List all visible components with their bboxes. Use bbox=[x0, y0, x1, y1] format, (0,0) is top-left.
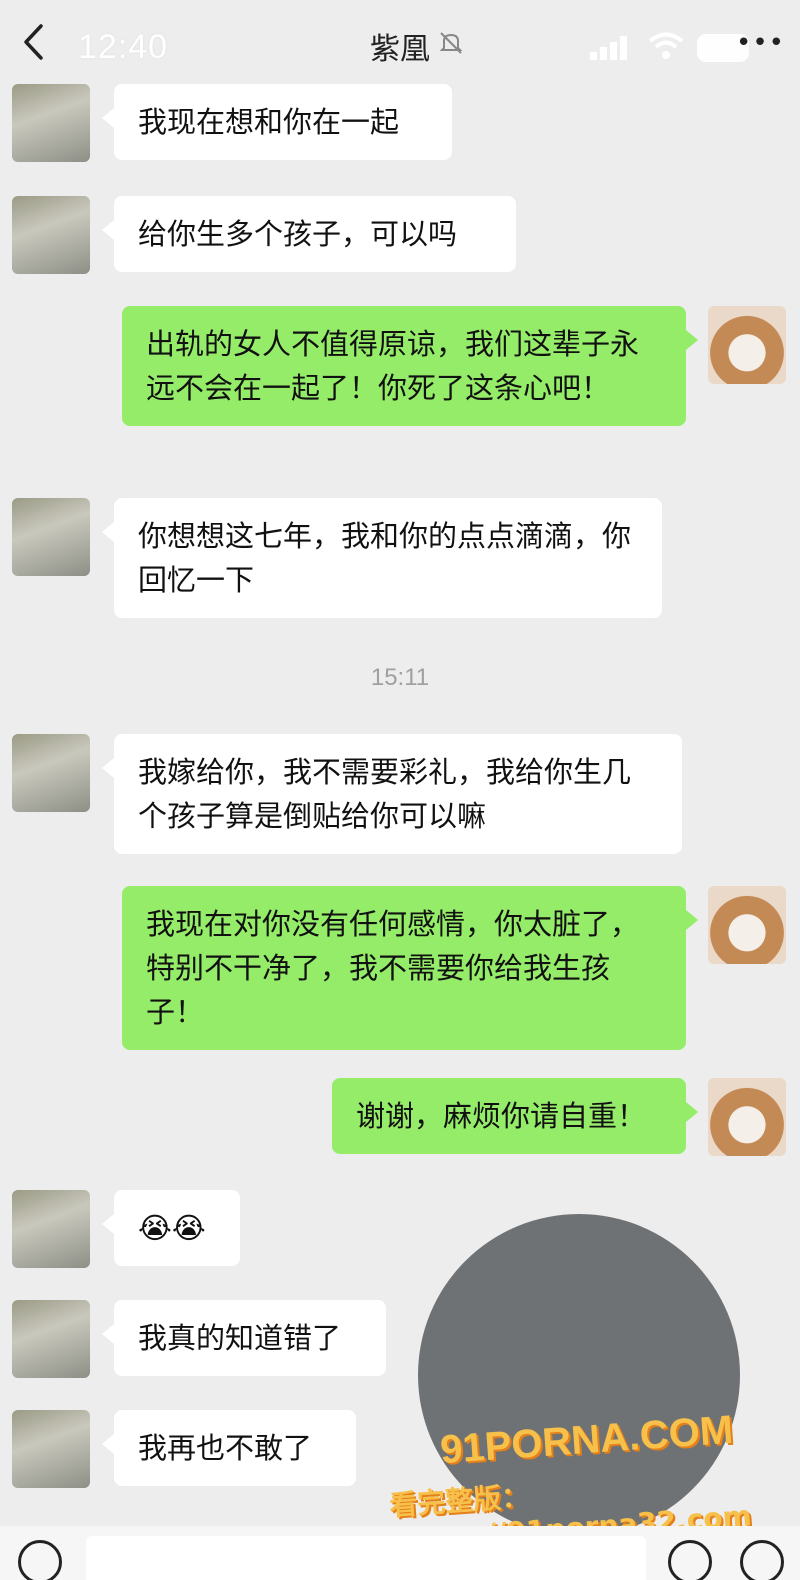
wifi-icon bbox=[648, 32, 684, 64]
avatar[interactable] bbox=[12, 734, 90, 812]
plus-icon[interactable] bbox=[740, 1540, 784, 1580]
message-input[interactable] bbox=[86, 1536, 646, 1580]
voice-icon[interactable] bbox=[18, 1540, 62, 1580]
avatar[interactable] bbox=[12, 1300, 90, 1378]
mute-icon bbox=[438, 30, 464, 56]
avatar[interactable] bbox=[708, 886, 786, 964]
message-bubble-received[interactable]: 我现在想和你在一起 bbox=[102, 84, 452, 160]
avatar[interactable] bbox=[12, 498, 90, 576]
message-bubble-received[interactable]: 你想想这七年，我和你的点点滴滴，你回忆一下 bbox=[102, 498, 662, 618]
input-bar bbox=[0, 1526, 800, 1580]
message-bubble-sent[interactable]: 我现在对你没有任何感情，你太脏了，特别不干净了，我不需要你给我生孩子！ bbox=[122, 886, 698, 1050]
more-icon[interactable]: ••• bbox=[736, 28, 785, 58]
message-bubble-received[interactable]: 我嫁给你，我不需要彩礼，我给你生几个孩子算是倒贴给你可以嘛 bbox=[102, 734, 682, 854]
chat-timestamp: 15:11 bbox=[370, 664, 430, 691]
avatar[interactable] bbox=[708, 1078, 786, 1156]
message-bubble-received[interactable]: 给你生多个孩子，可以吗 bbox=[102, 196, 516, 272]
message-bubble-sent[interactable]: 出轨的女人不值得原谅，我们这辈子永远不会在一起了！你死了这条心吧！ bbox=[122, 306, 698, 426]
avatar[interactable] bbox=[12, 196, 90, 274]
avatar[interactable] bbox=[708, 306, 786, 384]
message-bubble-sent[interactable]: 谢谢，麻烦你请自重！ bbox=[332, 1078, 698, 1154]
message-bubble-received[interactable]: 我真的知道错了 bbox=[102, 1300, 386, 1376]
message-bubble-received[interactable]: 😭😭 bbox=[102, 1190, 240, 1266]
emoji-icon[interactable] bbox=[668, 1540, 712, 1580]
title-bar: 12:40 紫凰 ••• bbox=[0, 0, 800, 86]
avatar[interactable] bbox=[12, 1190, 90, 1268]
avatar[interactable] bbox=[12, 84, 90, 162]
message-bubble-received[interactable]: 我再也不敢了 bbox=[102, 1410, 356, 1486]
avatar[interactable] bbox=[12, 1410, 90, 1488]
signal-icon bbox=[590, 36, 630, 64]
